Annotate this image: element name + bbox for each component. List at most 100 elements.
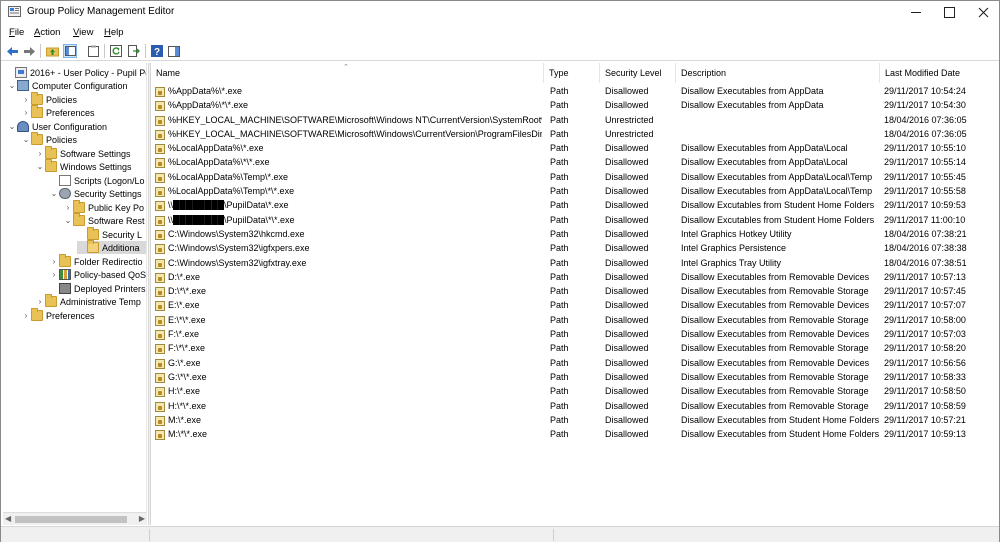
tree-node[interactable]: Scripts (Logon/Lo (49, 174, 145, 187)
help-button[interactable]: ? (150, 44, 164, 58)
table-row[interactable]: G:\*\*.exe Path Disallowed Disallow Executa… (152, 371, 999, 385)
cell-security-level: Disallowed (605, 314, 649, 325)
chevron-down-icon[interactable]: ⌄ (35, 161, 45, 173)
table-row[interactable]: %LocalAppData%\*.exe Path Disallowed Disall… (152, 142, 999, 156)
table-row[interactable]: F:\*.exe Path Disallowed Disallow Executabl… (152, 328, 999, 342)
table-row[interactable]: H:\*\*.exe Path Disallowed Disallow Executa… (152, 400, 999, 414)
scrollbar-thumb[interactable] (15, 516, 127, 523)
table-row[interactable]: E:\*.exe Path Disallowed Disallow Executabl… (152, 299, 999, 313)
forward-button[interactable] (22, 44, 36, 58)
path-rule-icon (155, 330, 165, 341)
folder-icon (73, 200, 85, 213)
table-row[interactable]: %LocalAppData%\Temp\*\*.exe Path Disallowe… (152, 185, 999, 199)
tree-node[interactable]: ⌄ User Configuration (7, 120, 107, 133)
details-list[interactable]: ⌃ Name Type Security Level Description L… (152, 63, 999, 525)
chevron-down-icon[interactable]: ⌄ (7, 121, 17, 133)
column-header-name[interactable]: Name (152, 63, 544, 83)
cell-type: Path (550, 243, 569, 254)
tree-node[interactable]: ⌄ Security Settings (49, 187, 142, 200)
tree-node[interactable]: › Preferences (21, 105, 95, 119)
chevron-right-icon[interactable]: › (35, 296, 45, 308)
tree-node[interactable]: 2016+ - User Policy - Pupil Polic (5, 66, 146, 79)
table-row[interactable]: \\████████\PupilData\*.exe Path Disallowed… (152, 199, 999, 213)
chevron-right-icon[interactable]: › (21, 94, 31, 106)
scroll-right-icon[interactable]: ▶ (139, 514, 145, 523)
chevron-down-icon[interactable]: ⌄ (7, 80, 17, 92)
up-one-level-button[interactable] (45, 44, 59, 58)
table-row[interactable]: D:\*.exe Path Disallowed Disallow Executabl… (152, 271, 999, 285)
scroll-left-icon[interactable]: ◀ (5, 514, 11, 523)
column-header-last-modified[interactable]: Last Modified Date (881, 63, 999, 83)
table-row[interactable]: H:\*.exe Path Disallowed Disallow Executabl… (152, 385, 999, 399)
cell-type: Path (550, 400, 569, 411)
table-row[interactable]: %AppData%\*.exe Path Disallowed Disallow Ex… (152, 85, 999, 99)
back-button[interactable] (5, 44, 19, 58)
chevron-down-icon[interactable]: ⌄ (21, 134, 31, 146)
tree-node-selected[interactable]: Additiona (77, 240, 146, 254)
chevron-right-icon[interactable]: › (49, 256, 59, 268)
menu-file[interactable]: File (9, 27, 24, 38)
cell-name: D:\*.exe (168, 271, 201, 282)
cell-name: %AppData%\*.exe (168, 86, 243, 96)
tree-node[interactable]: Deployed Printers (49, 282, 146, 295)
properties-button[interactable] (86, 44, 100, 58)
table-row[interactable]: M:\*.exe Path Disallowed Disallow Executabl… (152, 414, 999, 428)
table-row[interactable]: %HKEY_LOCAL_MACHINE\SOFTWARE\Microsoft\W… (152, 114, 999, 128)
path-rule-icon (155, 129, 165, 140)
column-header-description[interactable]: Description (677, 63, 880, 83)
export-list-button[interactable] (127, 44, 141, 58)
chevron-down-icon[interactable]: ⌄ (49, 188, 59, 200)
menu-help[interactable]: Help (104, 27, 124, 38)
tree-node[interactable]: ⌄ Windows Settings (35, 159, 132, 173)
chevron-right-icon[interactable]: › (21, 107, 31, 119)
tree-horizontal-scrollbar[interactable]: ◀ ▶ (3, 512, 147, 525)
cell-name: %LocalAppData%\Temp\*.exe (168, 171, 289, 182)
cell-security-level: Disallowed (605, 286, 649, 297)
tree-node[interactable]: › Policy-based QoS (49, 268, 146, 281)
show-action-pane-button[interactable] (167, 44, 181, 58)
cell-security-level: Unrestricted (605, 128, 654, 139)
refresh-button[interactable] (109, 44, 123, 58)
tree-node[interactable]: ⌄ Software Rest (63, 213, 145, 227)
cell-last-modified: 29/11/2017 10:57:07 (884, 300, 966, 311)
column-header-security-level[interactable]: Security Level (601, 63, 676, 83)
path-rule-icon (155, 158, 165, 169)
table-row[interactable]: \\████████\PupilData\*\*.exe Path Disallow… (152, 214, 999, 228)
show-hide-console-tree-button[interactable] (63, 44, 77, 58)
table-row[interactable]: %AppData%\*\*.exe Path Disallowed Disallow … (152, 99, 999, 113)
chevron-right-icon[interactable]: › (21, 310, 31, 322)
chevron-down-icon[interactable]: ⌄ (63, 215, 73, 227)
chevron-right-icon[interactable]: › (49, 269, 59, 281)
table-row[interactable]: C:\Windows\System32\igfxtray.exe Path Disa… (152, 257, 999, 271)
close-button[interactable] (961, 1, 1000, 23)
tree-node[interactable]: › Folder Redirectio (49, 254, 143, 268)
table-row[interactable]: F:\*\*.exe Path Disallowed Disallow Executa… (152, 342, 999, 356)
console-tree[interactable]: 2016+ - User Policy - Pupil Polic ⌄ Compu… (3, 63, 147, 525)
table-row[interactable]: D:\*\*.exe Path Disallowed Disallow Executa… (152, 285, 999, 299)
menu-action[interactable]: Action (34, 27, 60, 38)
table-row[interactable]: C:\Windows\System32\igfxpers.exe Path Disa… (152, 242, 999, 256)
action-pane-icon (168, 45, 180, 57)
table-row[interactable]: E:\*\*.exe Path Disallowed Disallow Executa… (152, 314, 999, 328)
tree-node[interactable]: › Policies (21, 92, 77, 106)
cell-type: Path (550, 228, 569, 239)
cell-last-modified: 29/11/2017 10:58:50 (884, 386, 966, 397)
table-row[interactable]: %LocalAppData%\*\*.exe Path Disallowed Disa… (152, 156, 999, 170)
cell-last-modified: 29/11/2017 10:58:59 (884, 400, 966, 411)
tree-node[interactable]: › Preferences (21, 308, 95, 322)
tree-node[interactable]: ⌄ Computer Configuration (7, 79, 128, 92)
tree-expander[interactable] (5, 67, 15, 79)
table-row[interactable]: %LocalAppData%\Temp\*.exe Path Disallowed D… (152, 171, 999, 185)
chevron-right-icon[interactable]: › (35, 148, 45, 160)
table-row[interactable]: %HKEY_LOCAL_MACHINE\SOFTWARE\Microsoft\W… (152, 128, 999, 142)
close-icon (978, 7, 988, 17)
chevron-right-icon[interactable]: › (63, 202, 73, 214)
menu-view[interactable]: View (73, 27, 93, 38)
pane-splitter[interactable] (148, 63, 151, 525)
tree-node[interactable]: › Administrative Temp (35, 294, 141, 308)
table-row[interactable]: C:\Windows\System32\hkcmd.exe Path Disallo… (152, 228, 999, 242)
tree-node[interactable]: ⌄ Policies (21, 132, 77, 146)
table-row[interactable]: G:\*.exe Path Disallowed Disallow Executabl… (152, 357, 999, 371)
table-row[interactable]: M:\*\*.exe Path Disallowed Disallow Executa… (152, 428, 999, 442)
column-header-type[interactable]: Type (545, 63, 600, 83)
